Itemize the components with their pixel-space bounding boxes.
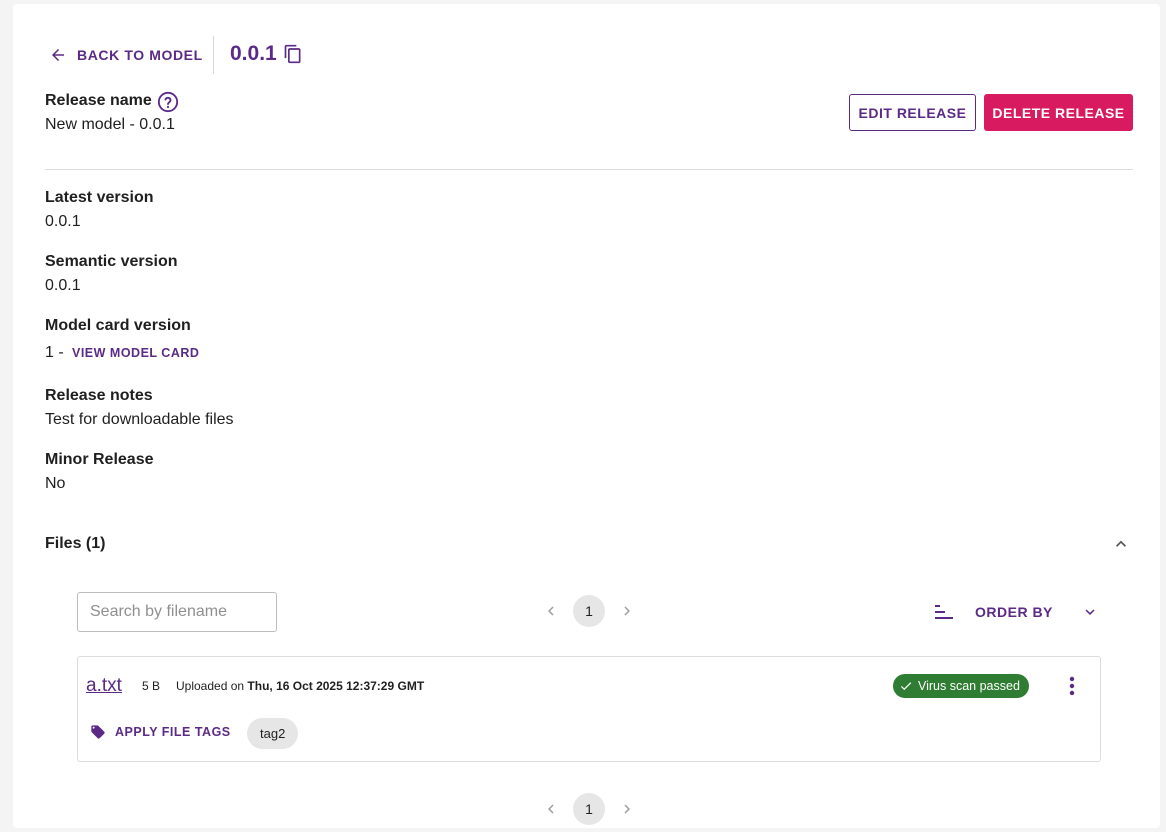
release-notes-value: Test for downloadable files [45,411,234,428]
search-input[interactable] [77,592,277,632]
model-card-version-label: Model card version [45,317,191,334]
section-divider [45,169,1133,170]
latest-version-label: Latest version [45,189,154,206]
order-by-button[interactable]: ORDER BY [933,601,1099,623]
copy-icon[interactable] [283,44,303,64]
more-vertical-icon[interactable] [1062,674,1082,698]
file-upload-info: Uploaded on Thu, 16 Oct 2025 12:37:29 GM… [176,679,424,693]
arrow-left-icon [49,46,67,64]
version-title-text: 0.0.1 [230,42,277,65]
files-section-title: Files (1) [45,535,106,552]
delete-release-button[interactable]: DELETE RELEASE [984,94,1133,131]
file-size: 5 B [142,679,161,693]
pagination-top: 1 [541,595,637,627]
back-to-model-label: BACK TO MODEL [77,47,203,63]
release-name-label: Release name [45,92,152,109]
order-by-label: ORDER BY [975,604,1053,620]
release-notes-label: Release notes [45,387,153,404]
check-icon [899,679,913,693]
file-tag-chip[interactable]: tag2 [247,718,299,749]
chevron-left-icon[interactable] [541,799,561,819]
minor-release-value: No [45,475,66,492]
header-divider [213,36,214,74]
help-circle-icon[interactable] [157,91,179,113]
model-card-version-value: 1 - [45,344,64,361]
release-name-value: New model - 0.0.1 [45,116,175,133]
release-page-card: BACK TO MODEL 0.0.1 Release name New mod… [13,4,1160,828]
chevron-down-icon [1081,603,1099,621]
sort-icon [933,601,955,623]
upload-date: Thu, 16 Oct 2025 12:37:29 GMT [247,679,425,693]
semantic-version-value: 0.0.1 [45,277,81,294]
chevron-up-icon[interactable] [1111,534,1131,554]
apply-file-tags-label: APPLY FILE TAGS [115,725,231,739]
edit-release-button[interactable]: EDIT RELEASE [849,94,976,131]
view-model-card-link[interactable]: VIEW MODEL CARD [72,346,199,360]
tag-icon [90,724,106,740]
apply-file-tags-button[interactable]: APPLY FILE TAGS [90,724,231,740]
back-to-model-link[interactable]: BACK TO MODEL [49,46,203,64]
file-list-item: a.txt 5 B Uploaded on Thu, 16 Oct 2025 1… [77,656,1101,762]
minor-release-label: Minor Release [45,451,154,468]
file-name-link[interactable]: a.txt [86,675,122,697]
virus-scan-status-label: Virus scan passed [918,679,1020,693]
semantic-version-label: Semantic version [45,253,178,270]
pagination-bottom: 1 [541,793,637,825]
chevron-right-icon[interactable] [617,601,637,621]
latest-version-value: 0.0.1 [45,213,81,230]
page-button-current[interactable]: 1 [573,793,605,825]
chevron-right-icon[interactable] [617,799,637,819]
page-title: 0.0.1 [230,42,303,66]
upload-prefix: Uploaded on [176,679,245,693]
virus-scan-status-badge: Virus scan passed [893,674,1029,698]
chevron-left-icon[interactable] [541,601,561,621]
page-button-current[interactable]: 1 [573,595,605,627]
